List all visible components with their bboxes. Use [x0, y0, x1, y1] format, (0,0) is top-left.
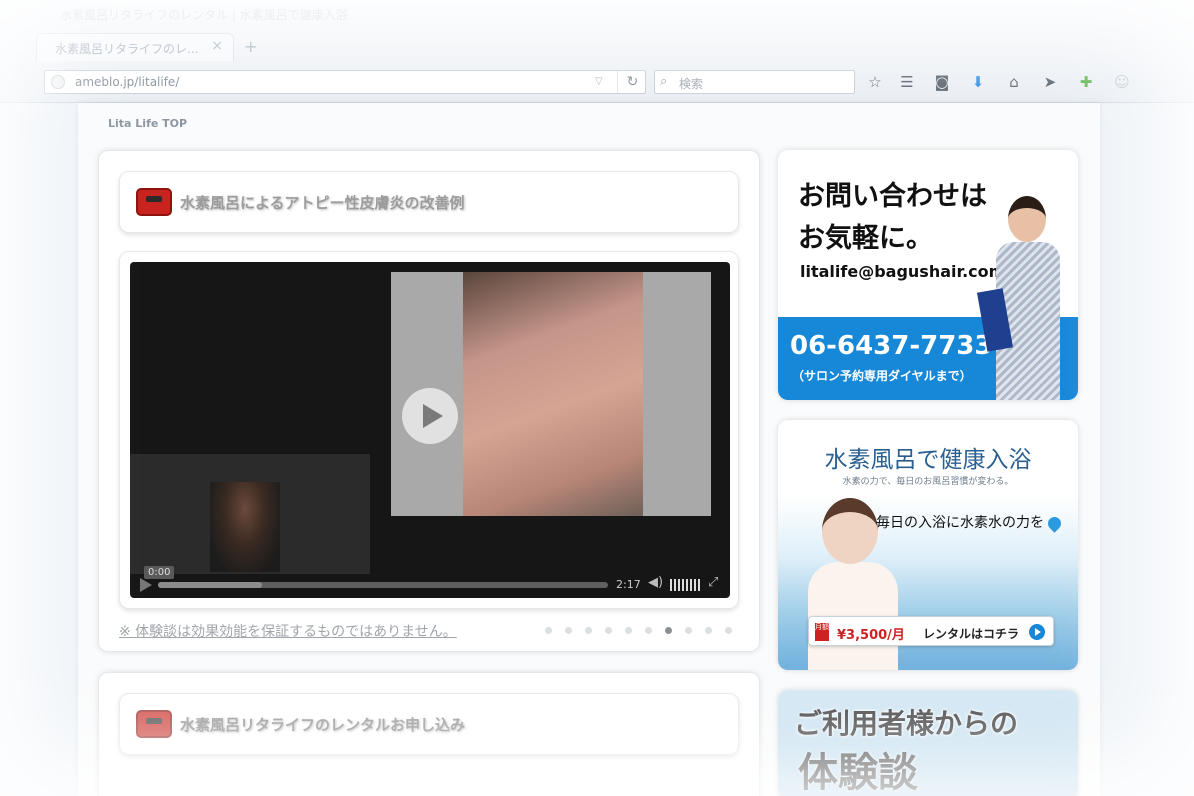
contact-banner[interactable]: お問い合わせは お気軽に。 litalife@bagushair.com 06-…	[778, 150, 1078, 400]
section-title: 水素風呂によるアトピー性皮膚炎の改善例	[180, 194, 465, 212]
reload-icon[interactable]: ↻	[617, 71, 647, 93]
video-card: 水素風呂によるアトピー性皮膚炎の改善例 0:00 2:17 ◀) ⤢ ※ 体験談…	[98, 150, 760, 652]
slider-dot[interactable]	[725, 627, 732, 634]
close-tab-icon[interactable]: ×	[211, 38, 223, 54]
rental-banner[interactable]: 水素風呂で健康入浴 水素の力で、毎日のお風呂習慣が変わる。 毎日の入浴に水素水の…	[778, 420, 1078, 670]
rental-cta: レンタルはコチラ	[923, 627, 1020, 641]
window-title: 水素風呂リタライフのレンタル | 水素風呂で健康入浴	[60, 8, 348, 22]
water-drop-icon	[1045, 513, 1064, 533]
contact-email[interactable]: litalife@bagushair.com	[800, 262, 1005, 281]
testimonial-heading: ご利用者様からの	[794, 707, 1019, 740]
history-dropdown-icon[interactable]: ▽	[595, 76, 603, 87]
testimonial-title: 体験談	[798, 750, 918, 796]
current-time: 0:00	[144, 566, 175, 579]
tab-title: 水素風呂リタライフのレ...	[55, 42, 199, 56]
section-header: 水素風呂リタライフのレンタルお申し込み	[119, 693, 739, 755]
send-icon[interactable]: ➤	[1040, 72, 1060, 92]
site-identity-icon[interactable]	[51, 75, 65, 89]
hydrogen-device-icon	[136, 188, 172, 216]
play-button[interactable]	[402, 388, 458, 444]
duration: 2:17	[616, 578, 641, 591]
bookmark-star-icon[interactable]: ☆	[865, 72, 885, 92]
copy-text: 毎日の入浴に水素水の力を	[876, 515, 1044, 531]
hydrogen-device-icon	[136, 710, 172, 738]
browser-chrome: 水素風呂リタライフのレンタル | 水素風呂で健康入浴 水素風呂リタライフのレ..…	[0, 0, 1194, 103]
contact-heading-line2: お気軽に。	[798, 223, 933, 254]
price: ¥3,500/月	[837, 628, 905, 643]
pocket-icon[interactable]: ◙	[932, 72, 952, 92]
rental-card: 水素風呂リタライフのレンタルお申し込み	[98, 672, 760, 796]
fullscreen-icon[interactable]: ⤢	[708, 575, 718, 590]
chat-icon[interactable]: ☺	[1112, 72, 1132, 92]
slider-dot[interactable]	[625, 627, 632, 634]
contact-heading-line1: お問い合わせは	[798, 181, 987, 212]
slider-dot[interactable]	[665, 627, 672, 634]
woman-head	[822, 498, 878, 564]
video-player[interactable]: 0:00 2:17 ◀) ⤢	[130, 262, 730, 598]
addon-puzzle-icon[interactable]: ✚	[1076, 72, 1096, 92]
bath-banner-subtitle: 水素の力で、毎日のお風呂習慣が変わる。	[842, 477, 1014, 487]
video-controls: 0:00 2:17 ◀) ⤢	[130, 566, 730, 598]
reading-list-icon[interactable]: ☰	[897, 72, 917, 92]
download-icon[interactable]: ⬇	[968, 72, 988, 92]
bath-banner-copy: 毎日の入浴に水素水の力を	[876, 512, 1064, 533]
video-frame: 0:00 2:17 ◀) ⤢	[119, 251, 739, 609]
breadcrumb[interactable]: Lita Life TOP	[108, 117, 187, 130]
monthly-tag: 月額	[815, 623, 829, 641]
slider-dots	[545, 627, 735, 637]
section-header: 水素風呂によるアトピー性皮膚炎の改善例	[119, 171, 739, 233]
slider-dot[interactable]	[565, 627, 572, 634]
receptionist-photo	[976, 190, 1068, 400]
phone-note: （サロン予約専用ダイヤルまで）	[792, 369, 972, 383]
new-tab-button[interactable]: +	[244, 37, 257, 56]
singer-photo	[210, 482, 280, 572]
slider-dot[interactable]	[605, 627, 612, 634]
slider-dot[interactable]	[685, 627, 692, 634]
phone-number[interactable]: 06-6437-7733	[790, 331, 993, 361]
play-icon[interactable]	[140, 578, 152, 592]
address-bar[interactable]: ameblo.jp/litalife/ ▽ ↻	[44, 70, 646, 94]
volume-slider[interactable]	[670, 579, 702, 591]
slider-dot[interactable]	[705, 627, 712, 634]
video-inset-photo	[130, 454, 370, 574]
search-placeholder[interactable]: 検索	[679, 75, 703, 92]
home-icon[interactable]: ⌂	[1004, 72, 1024, 92]
rental-button[interactable]: 月額 ¥3,500/月 レンタルはコチラ	[808, 616, 1054, 646]
seek-bar[interactable]	[158, 582, 608, 588]
section-title: 水素風呂リタライフのレンタルお申し込み	[180, 716, 466, 734]
disclaimer-link[interactable]: ※ 体験談は効果効能を保証するものではありません。	[119, 621, 457, 641]
search-icon: ⌕	[660, 74, 668, 89]
search-box[interactable]: ⌕ 検索	[654, 70, 855, 94]
tab-active[interactable]: 水素風呂リタライフのレ... ×	[36, 33, 234, 61]
slider-dot[interactable]	[645, 627, 652, 634]
testimonial-banner[interactable]: ご利用者様からの 体験談	[778, 690, 1078, 796]
slider-dot[interactable]	[545, 627, 552, 634]
arrow-right-icon	[1029, 624, 1045, 640]
seek-progress	[158, 582, 262, 588]
page-content: Lita Life TOP 水素風呂によるアトピー性皮膚炎の改善例 0:00 2…	[78, 103, 1100, 796]
bath-banner-title: 水素風呂で健康入浴	[824, 447, 1032, 473]
slider-dot[interactable]	[585, 627, 592, 634]
face-photo	[463, 272, 643, 516]
woman-head	[1008, 196, 1046, 242]
volume-icon[interactable]: ◀)	[648, 575, 663, 590]
url-text[interactable]: ameblo.jp/litalife/	[75, 75, 179, 89]
